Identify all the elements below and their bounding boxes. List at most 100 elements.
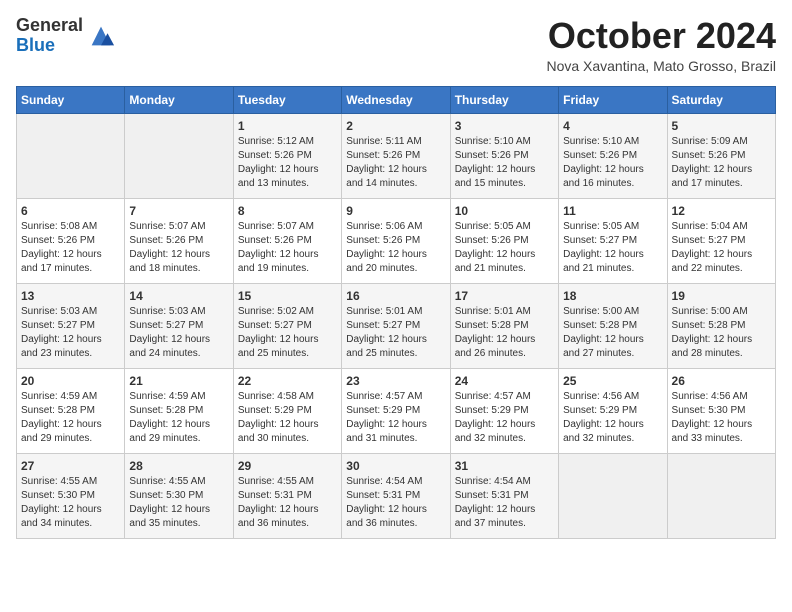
day-number: 6 <box>21 204 120 218</box>
week-row-5: 27 Sunrise: 4:55 AM Sunset: 5:30 PM Dayl… <box>17 453 776 538</box>
daylight-label: Daylight: 12 hours and 30 minutes. <box>238 419 319 444</box>
calendar-cell: 18 Sunrise: 5:00 AM Sunset: 5:28 PM Dayl… <box>559 283 667 368</box>
logo-general: General <box>16 15 83 35</box>
sunrise-label: Sunrise: 4:56 AM <box>672 391 748 402</box>
sunrise-label: Sunrise: 5:10 AM <box>563 136 639 147</box>
weekday-header-row: SundayMondayTuesdayWednesdayThursdayFrid… <box>17 86 776 113</box>
sunrise-label: Sunrise: 5:06 AM <box>346 221 422 232</box>
sunset-label: Sunset: 5:27 PM <box>672 235 746 246</box>
calendar-cell: 16 Sunrise: 5:01 AM Sunset: 5:27 PM Dayl… <box>342 283 450 368</box>
day-number: 3 <box>455 119 554 133</box>
cell-content: Sunrise: 4:54 AM Sunset: 5:31 PM Dayligh… <box>346 475 445 531</box>
sunset-label: Sunset: 5:26 PM <box>346 150 420 161</box>
day-number: 4 <box>563 119 662 133</box>
sunrise-label: Sunrise: 4:59 AM <box>21 391 97 402</box>
calendar-table: SundayMondayTuesdayWednesdayThursdayFrid… <box>16 86 776 539</box>
sunrise-label: Sunrise: 5:08 AM <box>21 221 97 232</box>
calendar-cell <box>559 453 667 538</box>
daylight-label: Daylight: 12 hours and 23 minutes. <box>21 334 102 359</box>
sunset-label: Sunset: 5:26 PM <box>455 235 529 246</box>
cell-content: Sunrise: 4:57 AM Sunset: 5:29 PM Dayligh… <box>346 390 445 446</box>
calendar-cell: 30 Sunrise: 4:54 AM Sunset: 5:31 PM Dayl… <box>342 453 450 538</box>
sunset-label: Sunset: 5:26 PM <box>21 235 95 246</box>
daylight-label: Daylight: 12 hours and 22 minutes. <box>672 249 753 274</box>
day-number: 21 <box>129 374 228 388</box>
daylight-label: Daylight: 12 hours and 29 minutes. <box>129 419 210 444</box>
sunset-label: Sunset: 5:30 PM <box>129 490 203 501</box>
daylight-label: Daylight: 12 hours and 31 minutes. <box>346 419 427 444</box>
sunset-label: Sunset: 5:28 PM <box>455 320 529 331</box>
sunset-label: Sunset: 5:26 PM <box>346 235 420 246</box>
sunset-label: Sunset: 5:28 PM <box>21 405 95 416</box>
sunset-label: Sunset: 5:29 PM <box>238 405 312 416</box>
day-number: 20 <box>21 374 120 388</box>
daylight-label: Daylight: 12 hours and 21 minutes. <box>563 249 644 274</box>
sunrise-label: Sunrise: 5:07 AM <box>129 221 205 232</box>
day-number: 10 <box>455 204 554 218</box>
week-row-4: 20 Sunrise: 4:59 AM Sunset: 5:28 PM Dayl… <box>17 368 776 453</box>
sunset-label: Sunset: 5:26 PM <box>238 235 312 246</box>
calendar-cell: 2 Sunrise: 5:11 AM Sunset: 5:26 PM Dayli… <box>342 113 450 198</box>
daylight-label: Daylight: 12 hours and 25 minutes. <box>346 334 427 359</box>
sunrise-label: Sunrise: 4:56 AM <box>563 391 639 402</box>
calendar-cell: 24 Sunrise: 4:57 AM Sunset: 5:29 PM Dayl… <box>450 368 558 453</box>
calendar-cell: 31 Sunrise: 4:54 AM Sunset: 5:31 PM Dayl… <box>450 453 558 538</box>
day-number: 25 <box>563 374 662 388</box>
title-block: October 2024 Nova Xavantina, Mato Grosso… <box>546 16 776 74</box>
calendar-body: 1 Sunrise: 5:12 AM Sunset: 5:26 PM Dayli… <box>17 113 776 538</box>
weekday-tuesday: Tuesday <box>233 86 341 113</box>
cell-content: Sunrise: 5:07 AM Sunset: 5:26 PM Dayligh… <box>129 220 228 276</box>
cell-content: Sunrise: 5:00 AM Sunset: 5:28 PM Dayligh… <box>672 305 771 361</box>
weekday-saturday: Saturday <box>667 86 775 113</box>
sunrise-label: Sunrise: 4:54 AM <box>346 476 422 487</box>
weekday-wednesday: Wednesday <box>342 86 450 113</box>
day-number: 27 <box>21 459 120 473</box>
calendar-cell: 17 Sunrise: 5:01 AM Sunset: 5:28 PM Dayl… <box>450 283 558 368</box>
cell-content: Sunrise: 5:03 AM Sunset: 5:27 PM Dayligh… <box>21 305 120 361</box>
sunset-label: Sunset: 5:31 PM <box>238 490 312 501</box>
day-number: 11 <box>563 204 662 218</box>
calendar-cell: 25 Sunrise: 4:56 AM Sunset: 5:29 PM Dayl… <box>559 368 667 453</box>
cell-content: Sunrise: 4:59 AM Sunset: 5:28 PM Dayligh… <box>21 390 120 446</box>
logo: General Blue <box>16 16 115 56</box>
cell-content: Sunrise: 5:04 AM Sunset: 5:27 PM Dayligh… <box>672 220 771 276</box>
day-number: 12 <box>672 204 771 218</box>
sunrise-label: Sunrise: 5:09 AM <box>672 136 748 147</box>
cell-content: Sunrise: 4:57 AM Sunset: 5:29 PM Dayligh… <box>455 390 554 446</box>
day-number: 23 <box>346 374 445 388</box>
daylight-label: Daylight: 12 hours and 28 minutes. <box>672 334 753 359</box>
calendar-cell: 29 Sunrise: 4:55 AM Sunset: 5:31 PM Dayl… <box>233 453 341 538</box>
calendar-cell <box>667 453 775 538</box>
daylight-label: Daylight: 12 hours and 35 minutes. <box>129 504 210 529</box>
cell-content: Sunrise: 5:01 AM Sunset: 5:27 PM Dayligh… <box>346 305 445 361</box>
calendar-cell: 28 Sunrise: 4:55 AM Sunset: 5:30 PM Dayl… <box>125 453 233 538</box>
day-number: 19 <box>672 289 771 303</box>
daylight-label: Daylight: 12 hours and 33 minutes. <box>672 419 753 444</box>
sunset-label: Sunset: 5:26 PM <box>672 150 746 161</box>
sunset-label: Sunset: 5:28 PM <box>672 320 746 331</box>
cell-content: Sunrise: 5:08 AM Sunset: 5:26 PM Dayligh… <box>21 220 120 276</box>
sunrise-label: Sunrise: 5:04 AM <box>672 221 748 232</box>
sunrise-label: Sunrise: 4:55 AM <box>129 476 205 487</box>
sunset-label: Sunset: 5:31 PM <box>346 490 420 501</box>
cell-content: Sunrise: 5:02 AM Sunset: 5:27 PM Dayligh… <box>238 305 337 361</box>
week-row-3: 13 Sunrise: 5:03 AM Sunset: 5:27 PM Dayl… <box>17 283 776 368</box>
cell-content: Sunrise: 4:56 AM Sunset: 5:30 PM Dayligh… <box>672 390 771 446</box>
logo-blue: Blue <box>16 35 55 55</box>
sunrise-label: Sunrise: 4:54 AM <box>455 476 531 487</box>
day-number: 8 <box>238 204 337 218</box>
sunset-label: Sunset: 5:30 PM <box>672 405 746 416</box>
calendar-cell: 5 Sunrise: 5:09 AM Sunset: 5:26 PM Dayli… <box>667 113 775 198</box>
cell-content: Sunrise: 5:00 AM Sunset: 5:28 PM Dayligh… <box>563 305 662 361</box>
daylight-label: Daylight: 12 hours and 32 minutes. <box>455 419 536 444</box>
daylight-label: Daylight: 12 hours and 25 minutes. <box>238 334 319 359</box>
sunrise-label: Sunrise: 5:03 AM <box>21 306 97 317</box>
month-title: October 2024 <box>546 16 776 56</box>
cell-content: Sunrise: 5:09 AM Sunset: 5:26 PM Dayligh… <box>672 135 771 191</box>
calendar-cell: 21 Sunrise: 4:59 AM Sunset: 5:28 PM Dayl… <box>125 368 233 453</box>
daylight-label: Daylight: 12 hours and 18 minutes. <box>129 249 210 274</box>
daylight-label: Daylight: 12 hours and 14 minutes. <box>346 164 427 189</box>
sunrise-label: Sunrise: 5:05 AM <box>563 221 639 232</box>
sunset-label: Sunset: 5:27 PM <box>563 235 637 246</box>
sunrise-label: Sunrise: 4:59 AM <box>129 391 205 402</box>
